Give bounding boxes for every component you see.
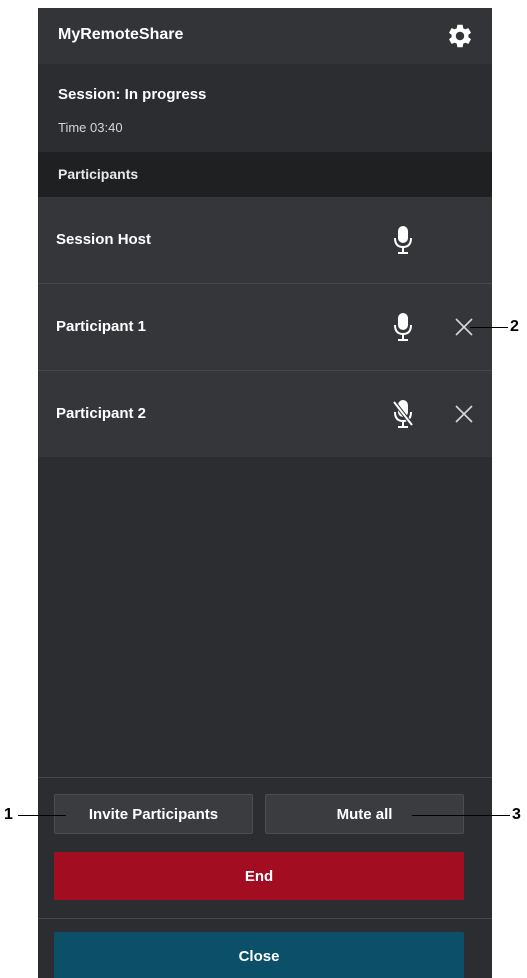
divider [38,918,492,919]
mute-all-button[interactable]: Mute all [265,794,464,834]
callout-number-1: 1 [4,806,13,823]
microphone-icon[interactable] [392,225,414,255]
remote-share-panel: MyRemoteShare Session: In progress Time … [38,8,492,978]
participants-header-label: Participants [58,166,139,182]
app-title: MyRemoteShare [58,26,184,43]
divider [38,777,492,778]
participant-name: Participant 1 [56,318,147,335]
callout-leader-line-3 [412,815,510,816]
participant-name: Participant 2 [56,405,147,422]
gear-icon[interactable] [446,22,474,50]
remove-participant-close-icon[interactable] [454,404,474,424]
session-status: Session: In progress [58,86,207,103]
participants-header: Participants [38,152,492,197]
session-time: Time 03:40 [58,120,123,135]
microphone-icon[interactable] [392,312,414,342]
invite-participants-button[interactable]: Invite Participants [54,794,253,834]
participant-row-host: Session Host [38,197,492,284]
end-session-button[interactable]: End [54,852,464,900]
session-info: Session: In progress Time 03:40 [38,64,492,152]
microphone-muted-icon[interactable] [392,399,414,429]
title-bar: MyRemoteShare [38,8,492,64]
callout-number-2: 2 [510,318,519,335]
callout-leader-line-1 [18,815,66,816]
participant-row-2: Participant 2 [38,371,492,458]
callout-number-3: 3 [512,806,521,823]
close-button[interactable]: Close [54,932,464,978]
participant-name: Session Host [56,231,152,248]
empty-list-area [38,457,492,777]
participant-row-1: Participant 1 [38,284,492,371]
callout-leader-line-2 [470,327,508,328]
